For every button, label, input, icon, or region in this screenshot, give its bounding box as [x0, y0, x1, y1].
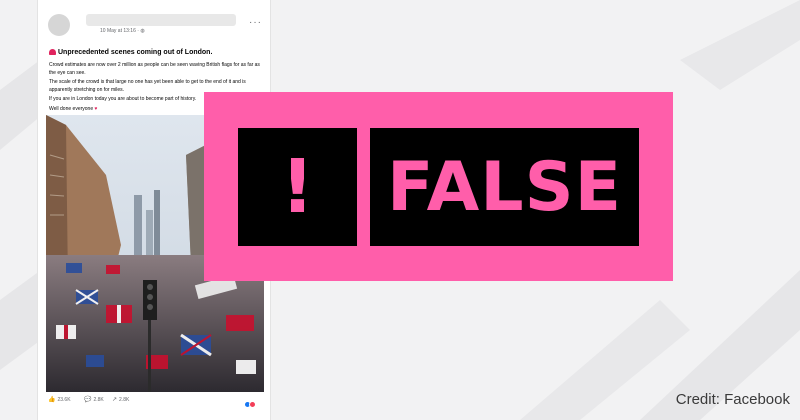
post-options-button[interactable]: ··· — [249, 18, 262, 28]
heart-icon: ♥ — [94, 105, 98, 112]
share-icon: ↗ — [112, 397, 118, 403]
post-title: Unprecedented scenes coming out of Londo… — [49, 49, 264, 56]
post-engagement-bar: 👍 23.6K 💬 2.8K ↗ 2.8K — [46, 394, 264, 408]
globe-icon: ◍ — [140, 28, 145, 34]
post-timestamp[interactable]: 10 May at 13:16 · ◍ — [100, 28, 145, 34]
post-header: 10 May at 13:16 · ◍ ··· — [44, 10, 266, 40]
avatar[interactable] — [48, 14, 70, 36]
shares-count[interactable]: ↗ 2.8K — [112, 396, 129, 403]
likes-count[interactable]: 👍 23.6K — [48, 396, 71, 403]
reaction-icons[interactable] — [244, 395, 256, 413]
comments-count[interactable]: 💬 2.8K — [84, 396, 104, 403]
verdict-label: FALSE — [386, 147, 623, 227]
love-reaction-icon — [249, 401, 256, 408]
fact-check-rating-banner: ! FALSE — [204, 92, 673, 281]
exclamation-mark: ! — [280, 144, 315, 230]
verdict-panel: FALSE — [370, 128, 639, 246]
exclamation-panel: ! — [238, 128, 357, 246]
siren-icon — [49, 49, 56, 55]
author-name-redacted — [86, 14, 236, 26]
image-credit: Credit: Facebook — [675, 391, 790, 408]
post-paragraph: Crowd estimates are now over 2 million a… — [49, 62, 260, 76]
comment-icon: 💬 — [84, 397, 92, 403]
like-icon: 👍 — [48, 397, 56, 403]
